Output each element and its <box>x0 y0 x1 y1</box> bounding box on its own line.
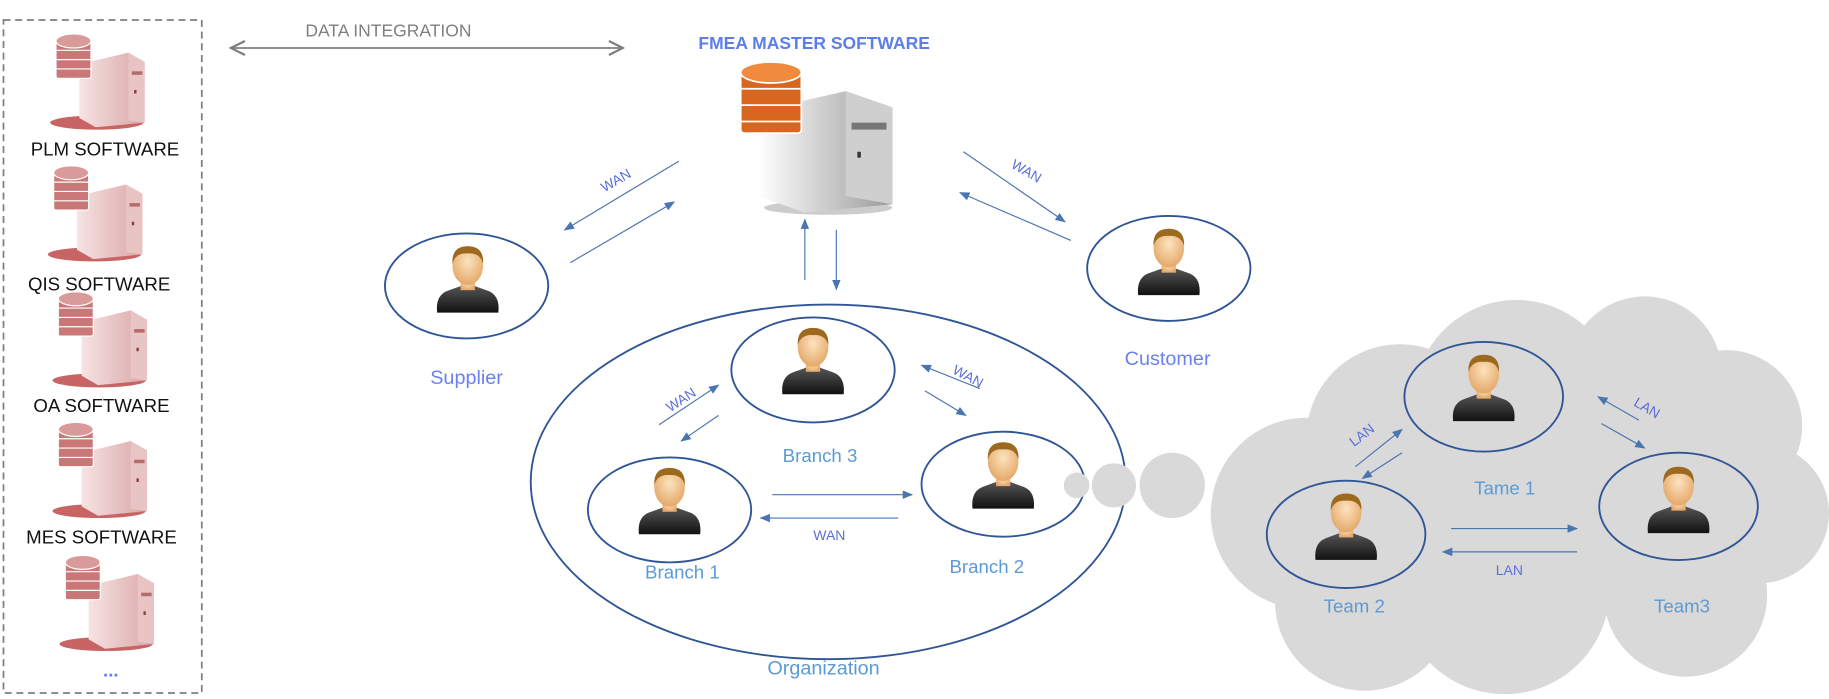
person-icon <box>638 467 701 535</box>
plm-label: PLM SOFTWARE <box>31 138 180 159</box>
plm-server-icon <box>49 33 146 131</box>
branch-3-label: Branch 3 <box>783 445 858 466</box>
person-icon <box>1137 228 1200 296</box>
supplier-node <box>383 232 550 340</box>
organization-group <box>529 303 1127 661</box>
mes-label: MES SOFTWARE <box>26 527 177 548</box>
lan-label: LAN <box>1496 562 1523 578</box>
oa-label: OA SOFTWARE <box>33 395 169 416</box>
data-integration-label: DATA INTEGRATION <box>305 20 471 40</box>
team-3-label: Team3 <box>1654 596 1710 617</box>
other-server-icon <box>58 554 155 652</box>
thought-bubbles <box>1063 452 1205 519</box>
organization-label: Organization <box>767 657 879 679</box>
fmea-architecture-diagram: PLM SOFTWARE QIS SOFTWARE OA SOFTWARE ME… <box>2 19 1829 695</box>
person-icon <box>972 442 1035 509</box>
branch-1-label: Branch 1 <box>645 562 720 583</box>
team-1-label: Tame 1 <box>1474 478 1535 499</box>
wan-arrow <box>924 390 967 416</box>
customer-node <box>1086 215 1252 322</box>
branch-2-label: Branch 2 <box>949 556 1024 577</box>
wan-label: WAN <box>1009 156 1045 186</box>
wan-arrow <box>959 192 1072 241</box>
master-title: FMEA MASTER SOFTWARE <box>698 33 930 53</box>
wan-label: WAN <box>950 361 986 390</box>
master-server-icon <box>739 61 894 216</box>
wan-label: WAN <box>598 165 634 195</box>
person-icon <box>782 327 844 395</box>
wan-label: WAN <box>813 527 845 543</box>
wan-arrow <box>570 201 676 264</box>
customer-label: Customer <box>1125 348 1211 370</box>
more-label: ... <box>103 660 119 681</box>
team-2-label: Team 2 <box>1324 596 1385 617</box>
wan-arrow <box>680 414 719 442</box>
person-icon <box>436 246 499 313</box>
oa-server-icon <box>51 291 148 388</box>
external-systems-panel: PLM SOFTWARE QIS SOFTWARE OA SOFTWARE ME… <box>2 19 203 694</box>
qis-server-icon <box>47 165 143 263</box>
qis-label: QIS SOFTWARE <box>28 274 170 295</box>
supplier-label: Supplier <box>430 367 503 389</box>
mes-server-icon <box>51 421 148 519</box>
